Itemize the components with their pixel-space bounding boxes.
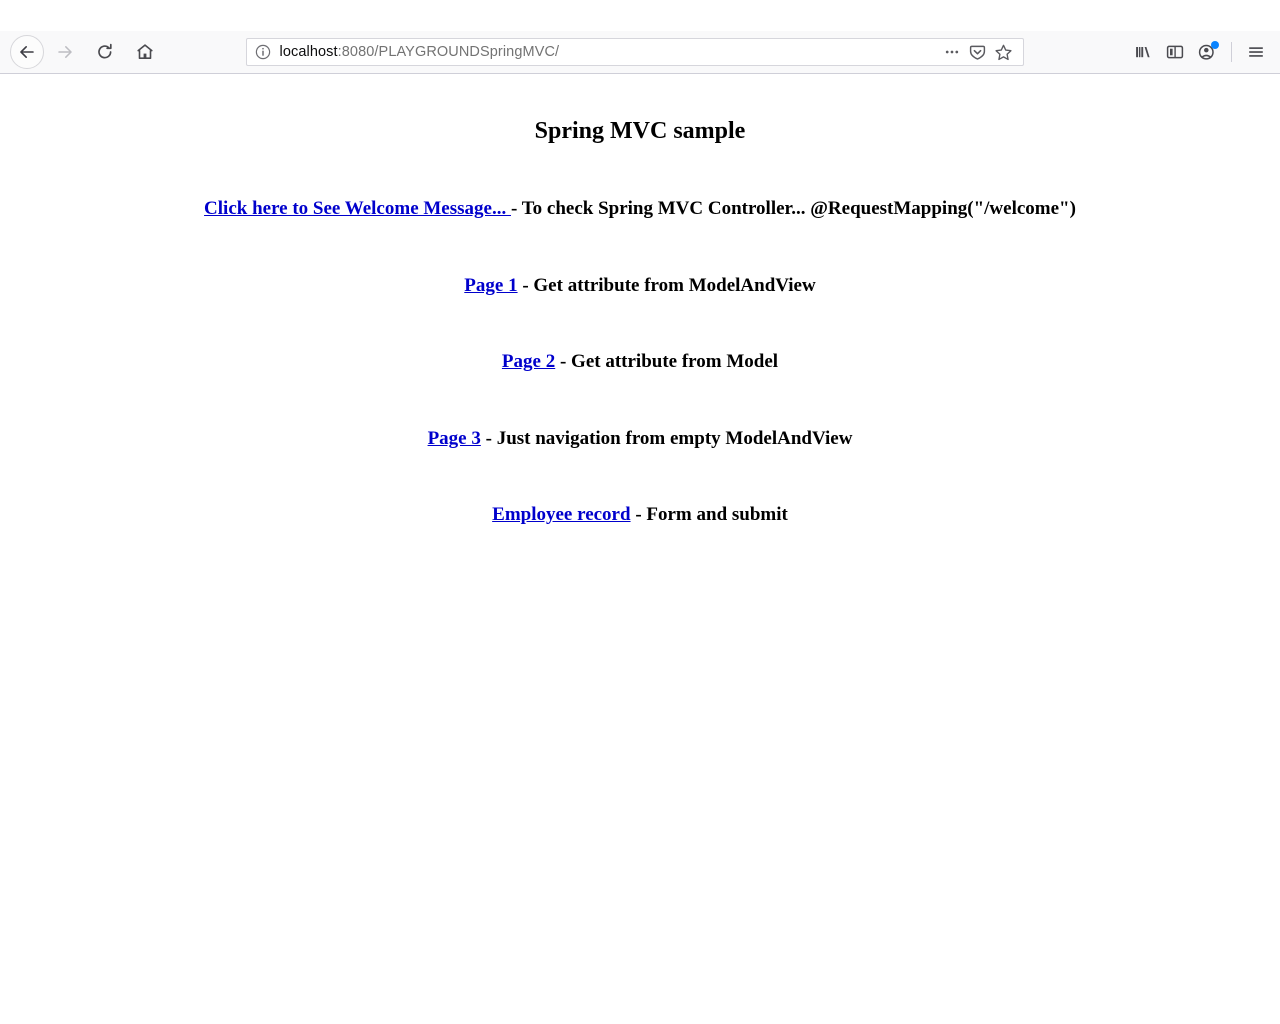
- reload-button[interactable]: [88, 35, 122, 69]
- back-button[interactable]: [10, 35, 44, 69]
- url-path: :8080/PLAYGROUNDSpringMVC/: [337, 44, 560, 60]
- link-page-1[interactable]: Page 1: [464, 275, 517, 296]
- row-description: Get attribute from Model: [571, 351, 779, 372]
- row-separator: -: [630, 504, 647, 525]
- account-notification-badge: [1211, 41, 1219, 49]
- row-description: To check Spring MVC Controller... @Reque…: [521, 198, 1076, 219]
- link-row-welcome: Click here to See Welcome Message... - T…: [0, 198, 1280, 220]
- browser-window: localhost:8080/PLAYGROUNDSpringMVC/ Spri…: [0, 0, 1280, 1024]
- navigation-toolbar: localhost:8080/PLAYGROUNDSpringMVC/: [0, 31, 1280, 74]
- back-arrow-icon: [18, 43, 36, 61]
- toolbar-right-group: [1127, 36, 1272, 68]
- row-separator: -: [555, 351, 572, 372]
- home-button[interactable]: [128, 35, 162, 69]
- forward-button: [48, 35, 82, 69]
- toolbar-divider: [1231, 42, 1232, 62]
- row-description: Form and submit: [646, 504, 788, 525]
- urlbar-container: localhost:8080/PLAYGROUNDSpringMVC/: [162, 38, 1113, 66]
- link-row-page-3: Page 3 - Just navigation from empty Mode…: [0, 428, 1280, 450]
- link-employee-record[interactable]: Employee record: [492, 504, 630, 525]
- row-description: Get attribute from ModelAndView: [533, 275, 816, 296]
- link-page-2[interactable]: Page 2: [502, 351, 555, 372]
- row-description: Just navigation from empty ModelAndView: [496, 428, 853, 449]
- link-row-employee-record: Employee record - Form and submit: [0, 504, 1280, 526]
- page-title: Spring MVC sample: [534, 118, 746, 144]
- row-separator: -: [517, 275, 534, 296]
- sidebar-icon[interactable]: [1159, 36, 1191, 68]
- page-actions-button[interactable]: [939, 40, 965, 64]
- library-icon[interactable]: [1127, 36, 1159, 68]
- forward-arrow-icon: [56, 43, 74, 61]
- link-row-page-1: Page 1 - Get attribute from ModelAndView: [0, 275, 1280, 297]
- link-row-page-2: Page 2 - Get attribute from Model: [0, 351, 1280, 373]
- info-circle-icon[interactable]: [255, 44, 271, 60]
- address-bar[interactable]: localhost:8080/PLAYGROUNDSpringMVC/: [245, 38, 1024, 66]
- row-separator: -: [480, 428, 497, 449]
- account-icon[interactable]: [1191, 36, 1223, 68]
- row-separator: -: [510, 198, 522, 219]
- page-content: Spring MVC sample Click here to See Welc…: [0, 74, 1280, 1024]
- url-host: localhost: [279, 44, 338, 60]
- url-text[interactable]: localhost:8080/PLAYGROUNDSpringMVC/: [280, 44, 939, 60]
- link-welcome-message[interactable]: Click here to See Welcome Message...: [204, 198, 511, 219]
- home-icon: [136, 43, 154, 61]
- tab-strip: [0, 0, 1280, 31]
- bookmark-star-icon[interactable]: [991, 40, 1017, 64]
- pocket-icon[interactable]: [965, 40, 991, 64]
- reload-icon: [96, 43, 114, 61]
- link-page-3[interactable]: Page 3: [428, 428, 481, 449]
- hamburger-menu-icon[interactable]: [1240, 36, 1272, 68]
